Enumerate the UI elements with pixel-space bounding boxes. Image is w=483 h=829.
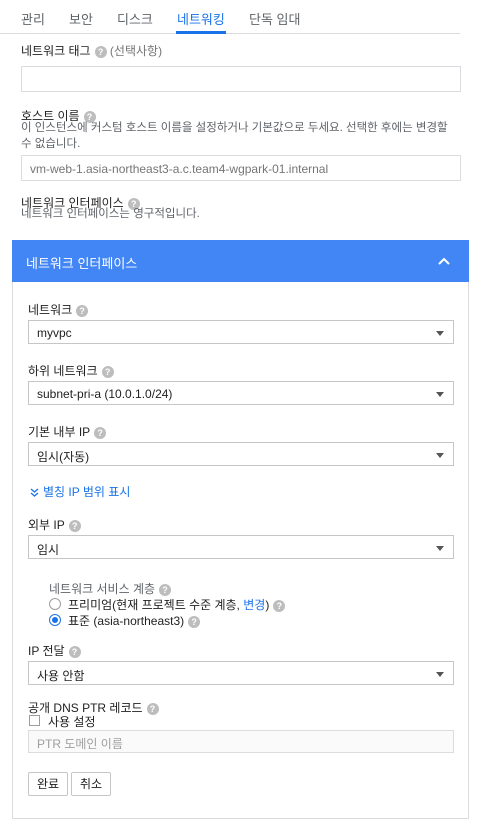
external-ip-select[interactable]: 임시 [28,535,454,559]
active-tab-indicator [176,31,226,34]
help-icon[interactable]: ? [68,519,81,532]
hostname-description: 이 인스턴스에 커스텀 호스트 이름을 설정하거나 기본값으로 두세요. 선택한… [21,120,471,152]
ip-forwarding-select[interactable]: 사용 안함 [28,661,454,685]
network-label: 네트워크? [28,301,89,318]
tier-premium-text: 프리미엄(현재 프로젝트 수준 계층, [68,598,244,612]
hostname-desc-line1: 이 인스턴스에 커스텀 호스트 이름을 설정하거나 기본값으로 두세요. 선택한… [21,122,448,134]
tier-standard-radio[interactable] [49,614,61,626]
chevron-up-icon[interactable] [437,254,451,268]
alias-link-text: 별칭 IP 범위 표시 [43,485,131,499]
network-tags-input[interactable] [21,66,461,92]
cancel-button[interactable]: 취소 [71,772,111,796]
dropdown-arrow-icon [436,546,444,551]
subnet-value: subnet-pri-a (10.0.1.0/24) [37,387,173,401]
show-alias-ip-link[interactable]: 별칭 IP 범위 표시 [30,483,130,500]
internal-ip-value: 임시(자동) [37,450,90,464]
tab-sole-tenancy[interactable]: 단독 임대 [249,9,300,28]
network-tier-label-text: 네트워크 서비스 계층 [49,582,156,596]
network-tags-label-text: 네트워크 태그 [21,44,91,58]
help-icon[interactable]: ? [159,583,172,596]
ip-forwarding-label: IP 전달? [28,642,81,659]
double-chevron-down-icon [30,488,39,497]
tier-premium-close: ) [265,598,270,612]
dropdown-arrow-icon [436,672,444,677]
help-icon[interactable]: ? [188,615,201,628]
tier-standard-label: 표준 (asia-northeast3)? [68,612,201,629]
help-icon[interactable]: ? [273,599,286,612]
internal-ip-label-text: 기본 내부 IP [28,425,91,439]
tab-bar: 관리 보안 디스크 네트워킹 단독 임대 [0,0,460,34]
panel-title: 네트워크 인터페이스 [26,256,138,271]
external-ip-value: 임시 [37,543,60,557]
tier-premium-radio[interactable] [49,598,61,610]
ip-forwarding-label-text: IP 전달 [28,644,65,658]
interfaces-description: 네트워크 인터페이스는 영구적입니다. [21,208,200,220]
help-icon[interactable]: ? [94,426,107,439]
tab-networking[interactable]: 네트워킹 [177,9,225,28]
tab-management[interactable]: 관리 [21,9,45,28]
internal-ip-label: 기본 내부 IP? [28,423,107,440]
dropdown-arrow-icon [436,453,444,458]
ip-forwarding-value: 사용 안함 [37,669,85,683]
dns-ptr-checkbox-label[interactable]: 사용 설정 [48,713,96,730]
network-tier-label: 네트워크 서비스 계층? [49,580,172,597]
subnet-label: 하위 네트워크? [28,362,114,379]
ptr-domain-input[interactable]: PTR 도메인 이름 [28,730,454,753]
help-icon[interactable]: ? [146,702,159,715]
network-select[interactable]: myvpc [28,320,454,344]
help-icon[interactable]: ? [94,45,107,58]
network-value: myvpc [37,326,72,340]
tier-standard-text: 표준 (asia-northeast3) [68,614,185,628]
network-tags-label: 네트워크 태그? (선택사항) [21,42,162,59]
hostname-field[interactable]: vm-web-1.asia-northeast3-a.c.team4-wgpar… [21,155,461,181]
ptr-domain-placeholder: PTR 도메인 이름 [37,737,123,751]
network-label-text: 네트워크 [28,303,73,317]
subnet-label-text: 하위 네트워크 [28,364,98,378]
dropdown-arrow-icon [436,331,444,336]
interface-panel-header[interactable]: 네트워크 인터페이스 [12,240,469,282]
tier-premium-label: 프리미엄(현재 프로젝트 수준 계층, 변경)? [68,596,286,613]
done-button[interactable]: 완료 [28,772,68,796]
hostname-desc-line2: 수 없습니다. [21,138,81,150]
dropdown-arrow-icon [436,392,444,397]
tab-security[interactable]: 보안 [69,9,93,28]
help-icon[interactable]: ? [76,304,89,317]
dns-ptr-checkbox[interactable] [29,715,40,726]
hostname-value: vm-web-1.asia-northeast3-a.c.team4-wgpar… [30,162,329,176]
subnet-select[interactable]: subnet-pri-a (10.0.1.0/24) [28,381,454,405]
external-ip-label-text: 외부 IP [28,518,65,532]
optional-text: (선택사항) [109,44,163,58]
help-icon[interactable]: ? [101,365,114,378]
change-tier-link[interactable]: 변경 [243,598,265,612]
tab-disks[interactable]: 디스크 [117,9,153,28]
internal-ip-select[interactable]: 임시(자동) [28,442,454,466]
external-ip-label: 외부 IP? [28,516,81,533]
help-icon[interactable]: ? [68,645,81,658]
